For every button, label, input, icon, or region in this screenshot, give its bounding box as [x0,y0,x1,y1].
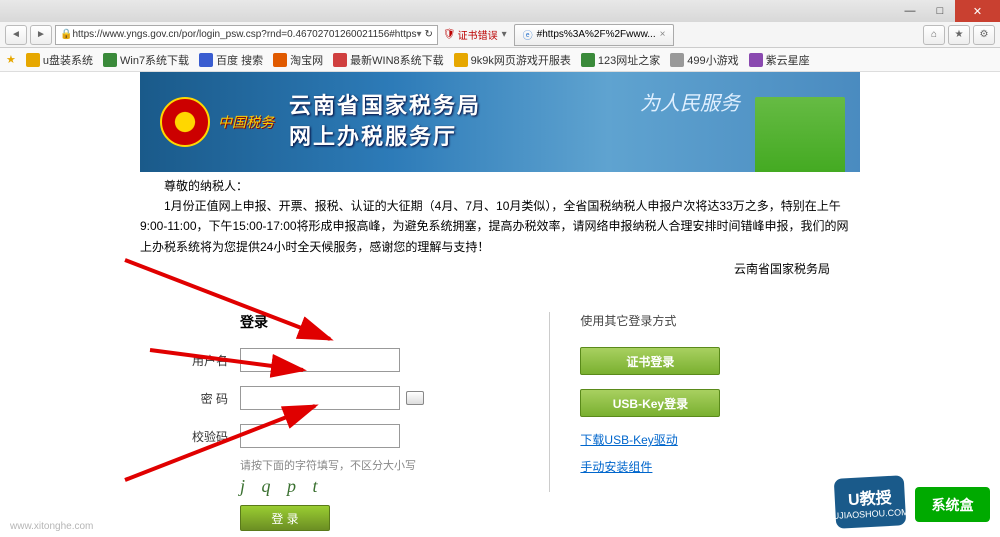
bookmark-item[interactable]: Win7系统下载 [103,52,189,68]
notice-greeting: 尊敬的纳税人： [140,177,860,194]
bookmark-favicon [26,53,40,67]
tax-seal-icon [160,97,210,147]
divider [549,312,550,492]
bookmark-label: 淘宝网 [290,52,323,68]
bookmark-favicon [103,53,117,67]
bookmark-label: 最新WIN8系统下载 [350,52,444,68]
banner-photo [755,97,845,172]
cert-login-button[interactable]: 证书登录 [580,347,720,375]
alt-login: 使用其它登录方式 证书登录 USB-Key登录 下载USB-Key驱动 手动安装… [580,312,860,531]
bookmark-label: u盘装系统 [43,52,93,68]
ie-icon: ⓔ [523,27,533,42]
address-bar: ◄ ► 🔒 https://www.yngs.gov.cn/por/login_… [0,22,1000,48]
notice-block: 尊敬的纳税人： 1月份正值网上申报、开票、报税、认证的大征期（4月、7月、10月… [140,177,860,277]
bookmark-favicon [581,53,595,67]
captcha-hint: 请按下面的字符填写，不区分大小写 [240,457,519,473]
password-label: 密 码 [140,390,240,407]
captcha-input[interactable] [240,424,400,448]
site-banner: 中国税务 云南省国家税务局 网上办税服务厅 为人民服务 [140,72,860,172]
window-titlebar: — □ ✕ [0,0,1000,22]
download-driver-link[interactable]: 下载USB-Key驱动 [580,431,860,448]
url-field[interactable]: 🔒 https://www.yngs.gov.cn/por/login_psw.… [55,25,438,45]
bookmark-favicon [273,53,287,67]
bookmark-label: 499小游戏 [687,52,738,68]
login-button[interactable]: 登 录 [240,505,330,531]
banner-calligraphy: 为人民服务 [640,87,740,116]
banner-title: 云南省国家税务局 网上办税服务厅 [289,91,481,153]
tab-title: #https%3A%2F%2Fwww... [537,29,656,40]
captcha-label: 校验码 [140,428,240,445]
watermark-badge1: U教授 UJIAOSHOU.COM [834,475,907,529]
browser-tab[interactable]: ⓔ #https%3A%2F%2Fwww... × [514,24,675,46]
maximize-button[interactable]: □ [925,0,955,22]
bookmark-favicon [749,53,763,67]
bookmark-favicon [333,53,347,67]
bookmark-item[interactable]: u盘装系统 [26,52,93,68]
star-icon[interactable]: ★ [6,53,16,66]
bookmark-favicon [199,53,213,67]
minimize-button[interactable]: — [895,0,925,22]
bookmark-label: Win7系统下载 [120,52,189,68]
back-button[interactable]: ◄ [5,25,27,45]
alt-login-title: 使用其它登录方式 [580,312,860,329]
tools-button[interactable]: ⚙ [973,25,995,45]
bookmark-item[interactable]: 123网址之家 [581,52,660,68]
password-input[interactable] [240,386,400,410]
watermark-badge2: 系统盒 [915,487,990,522]
bookmark-item[interactable]: 百度 搜索 [199,52,263,68]
close-button[interactable]: ✕ [955,0,1000,22]
bookmark-label: 123网址之家 [598,52,660,68]
login-form: 登录 用户名 密 码 校验码 请按下面的字符填写，不区分大小写 j q p t … [140,312,519,531]
bookmark-item[interactable]: 499小游戏 [670,52,738,68]
username-label: 用户名 [140,352,240,369]
bookmark-favicon [454,53,468,67]
dropdown-icon[interactable]: ▾ [417,29,422,40]
login-area: 登录 用户名 密 码 校验码 请按下面的字符填写，不区分大小写 j q p t … [140,312,860,531]
seal-text: 中国税务 [218,112,274,132]
bookmark-item[interactable]: 9k9k网页游戏开服表 [454,52,571,68]
favorites-button[interactable]: ★ [948,25,970,45]
captcha-image: j q p t [240,476,519,497]
bookmark-item[interactable]: 淘宝网 [273,52,323,68]
cert-error-badge[interactable]: 🛡 证书错误 ▾ [443,27,507,42]
username-input[interactable] [240,348,400,372]
tab-close-icon[interactable]: × [660,29,666,40]
usbkey-login-button[interactable]: USB-Key登录 [580,389,720,417]
bookmark-label: 紫云星座 [766,52,810,68]
url-text: https://www.yngs.gov.cn/por/login_psw.cs… [72,29,416,40]
keyboard-icon[interactable] [406,391,424,405]
notice-signature: 云南省国家税务局 [140,260,860,277]
bookmark-label: 百度 搜索 [216,52,263,68]
shield-icon: 🛡 [443,29,456,40]
bookmark-label: 9k9k网页游戏开服表 [471,52,571,68]
bookmark-item[interactable]: 紫云星座 [749,52,810,68]
bookmarks-bar: ★ u盘装系统 Win7系统下载 百度 搜索 淘宝网 最新WIN8系统下载 9k9k网页游… [0,48,1000,72]
watermark-left: www.xitonghe.com [10,521,93,532]
bookmark-item[interactable]: 最新WIN8系统下载 [333,52,444,68]
notice-body: 1月份正值网上申报、开票、报税、认证的大征期（4月、7月、10月类似），全省国税… [140,196,860,257]
manual-install-link[interactable]: 手动安装组件 [580,458,860,475]
bookmark-favicon [670,53,684,67]
login-title: 登录 [240,312,519,332]
home-button[interactable]: ⌂ [923,25,945,45]
forward-button[interactable]: ► [30,25,52,45]
